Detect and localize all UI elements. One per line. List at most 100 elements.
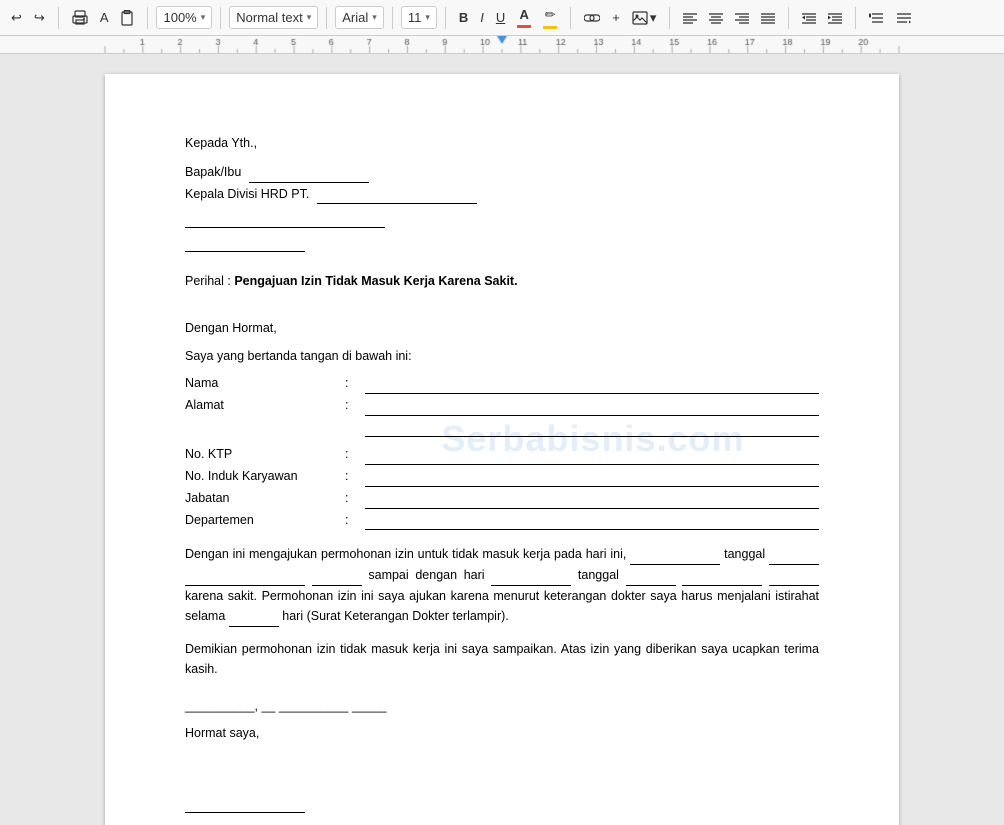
indent-group bbox=[797, 9, 847, 27]
blank-days bbox=[229, 606, 279, 627]
sep5 bbox=[392, 7, 393, 29]
highlight-button[interactable]: ✏ bbox=[538, 4, 562, 32]
subject-text: Pengajuan Izin Tidak Masuk Kerja Karena … bbox=[234, 274, 517, 288]
clipboard-button[interactable] bbox=[115, 7, 139, 29]
document-content[interactable]: Kepada Yth., Bapak/Ibu Kepala Divisi HRD… bbox=[185, 134, 819, 813]
indent-decrease-icon bbox=[802, 12, 816, 24]
format-group: B I U A ✏ bbox=[454, 4, 562, 32]
undo-button[interactable]: ↩ bbox=[6, 7, 27, 29]
history-group: ↩ ↪ bbox=[6, 7, 50, 29]
greeting-to: Kepada Yth., bbox=[185, 134, 819, 153]
sep8 bbox=[669, 7, 670, 29]
style-dropdown[interactable]: Normal text ▾ bbox=[229, 6, 318, 29]
subject-line: Perihal : Pengajuan Izin Tidak Masuk Ker… bbox=[185, 272, 819, 291]
indent-increase-button[interactable] bbox=[823, 9, 847, 27]
field-departemen-value bbox=[365, 511, 819, 531]
blank-year1 bbox=[312, 565, 362, 586]
print-icon bbox=[72, 10, 88, 26]
field-departemen-colon: : bbox=[345, 511, 365, 530]
font-value: Arial bbox=[342, 10, 368, 25]
style-value: Normal text bbox=[236, 10, 302, 25]
field-alamat-line2 bbox=[365, 418, 819, 438]
size-value: 11 bbox=[408, 10, 422, 25]
more-options-icon bbox=[897, 12, 911, 24]
align-right-button[interactable] bbox=[730, 9, 754, 27]
clipboard-icon bbox=[120, 10, 134, 26]
indent-decrease-button[interactable] bbox=[797, 9, 821, 27]
bold-button[interactable]: B bbox=[454, 7, 473, 28]
fields-block2: No. KTP : No. Induk Karyawan : Jabatan :… bbox=[185, 445, 819, 530]
align-left-button[interactable] bbox=[678, 9, 702, 27]
image-button[interactable]: ▾ bbox=[627, 7, 662, 29]
body-paragraph2: Demikian permohonan izin tidak masuk ker… bbox=[185, 639, 819, 679]
field-jabatan-colon: : bbox=[345, 489, 365, 508]
sep7 bbox=[570, 7, 571, 29]
highlight-bar bbox=[543, 26, 557, 29]
blank-day bbox=[630, 544, 720, 565]
zoom-value: 100% bbox=[163, 10, 196, 25]
style-arrow: ▾ bbox=[307, 12, 312, 23]
field-nama-row: Nama : bbox=[185, 374, 819, 394]
field-alamat-colon: : bbox=[345, 396, 365, 415]
field-ktp-row: No. KTP : bbox=[185, 445, 819, 465]
subject-label: Perihal : bbox=[185, 274, 234, 288]
intro-text: Saya yang bertanda tangan di bawah ini: bbox=[185, 347, 819, 366]
field-alamat-line1 bbox=[365, 396, 819, 416]
field-jabatan-row: Jabatan : bbox=[185, 489, 819, 509]
field-nama-value bbox=[365, 374, 819, 394]
address-label2: Kepala Divisi HRD PT. bbox=[185, 187, 309, 201]
font-dropdown[interactable]: Arial ▾ bbox=[335, 6, 384, 29]
scroll-area[interactable]: Serbabisnis.com Kepada Yth., Bapak/Ibu K… bbox=[0, 54, 1004, 825]
align-justify-button[interactable] bbox=[756, 9, 780, 27]
redo-button[interactable]: ↪ bbox=[29, 7, 50, 29]
italic-button[interactable]: I bbox=[475, 7, 489, 28]
field-departemen-row: Departemen : bbox=[185, 511, 819, 531]
align-center-button[interactable] bbox=[704, 9, 728, 27]
address-blank1 bbox=[249, 163, 369, 183]
line-spacing-icon bbox=[869, 12, 883, 24]
field-nama-colon: : bbox=[345, 374, 365, 393]
fields-block: Nama : Alamat : bbox=[185, 374, 819, 439]
link-button[interactable] bbox=[579, 10, 605, 26]
ruler-canvas bbox=[0, 36, 1004, 54]
field-jabatan-value bbox=[365, 489, 819, 509]
field-induk-label: No. Induk Karyawan bbox=[185, 467, 345, 486]
address-block: Bapak/Ibu Kepala Divisi HRD PT. bbox=[185, 163, 819, 252]
address-extra-line2 bbox=[185, 232, 305, 252]
size-arrow: ▾ bbox=[425, 12, 430, 23]
signature-line bbox=[185, 793, 305, 813]
blank-day2 bbox=[491, 565, 571, 586]
field-jabatan-label: Jabatan bbox=[185, 489, 345, 508]
zoom-dropdown[interactable]: 100% ▾ bbox=[156, 6, 212, 29]
font-color-button[interactable]: A bbox=[512, 4, 536, 31]
more-options-button[interactable] bbox=[892, 9, 916, 27]
underline-button[interactable]: U bbox=[491, 7, 510, 28]
field-alamat-label: Alamat bbox=[185, 396, 345, 415]
salutation: Dengan Hormat, bbox=[185, 319, 819, 338]
address-line1: Bapak/Ibu bbox=[185, 163, 819, 183]
signature-area bbox=[185, 793, 819, 813]
zoom-arrow: ▾ bbox=[201, 12, 206, 23]
indent-increase-icon bbox=[828, 12, 842, 24]
font-arrow: ▾ bbox=[372, 12, 377, 23]
size-dropdown[interactable]: 11 ▾ bbox=[401, 6, 437, 29]
align-right-icon bbox=[735, 12, 749, 24]
address-extra-line1 bbox=[185, 208, 385, 228]
line-spacing-button[interactable] bbox=[864, 9, 888, 27]
image-icon bbox=[632, 11, 648, 25]
print-button[interactable] bbox=[67, 7, 93, 29]
body-paragraph1: Dengan ini mengajukan permohonan izin un… bbox=[185, 544, 819, 627]
insert-button[interactable]: + bbox=[607, 7, 625, 28]
sep2 bbox=[147, 7, 148, 29]
font-color-label: A bbox=[520, 7, 529, 22]
blank-year2 bbox=[769, 565, 819, 586]
place-date: __________, __ __________ _____ bbox=[185, 697, 819, 716]
field-induk-value bbox=[365, 467, 819, 487]
sep10 bbox=[855, 7, 856, 29]
blank-date2 bbox=[626, 565, 676, 586]
address-line2: Kepala Divisi HRD PT. bbox=[185, 185, 819, 205]
font-style-button[interactable]: A bbox=[95, 7, 114, 28]
ruler bbox=[0, 36, 1004, 54]
font-color-bar bbox=[517, 25, 531, 28]
field-ktp-label: No. KTP bbox=[185, 445, 345, 464]
